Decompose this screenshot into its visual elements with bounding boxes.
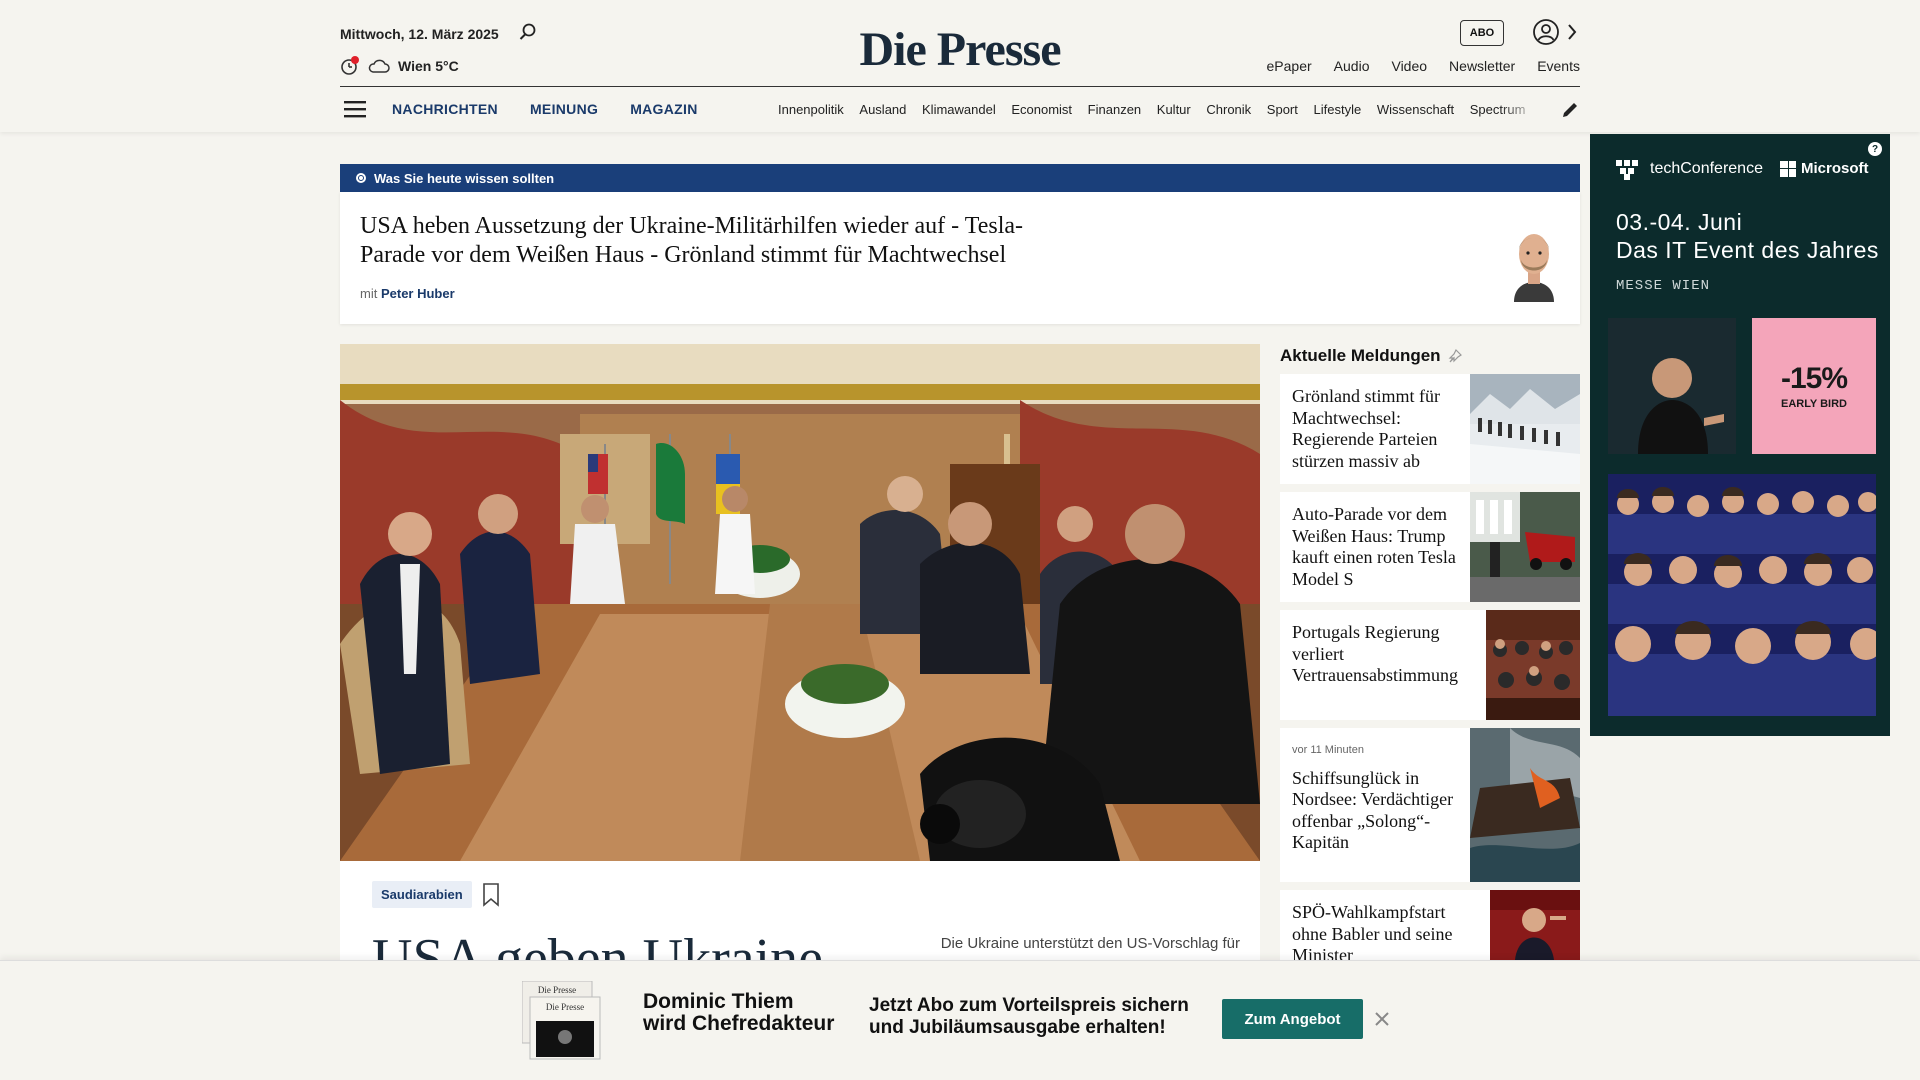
ad-brand: techConference	[1616, 158, 1763, 180]
news-title[interactable]: Portugals Regierung verliert Vertrauensa…	[1280, 610, 1486, 720]
link-epaper[interactable]: ePaper	[1267, 58, 1312, 74]
hero-image[interactable]	[340, 344, 1260, 861]
news-title[interactable]: SPÖ-Wahlkampfstart ohne Babler und seine…	[1280, 890, 1490, 960]
section-finanzen[interactable]: Finanzen	[1088, 102, 1141, 117]
ad-discount: -15% EARLY BIRD	[1752, 318, 1876, 454]
pin-icon	[1448, 348, 1462, 363]
news-title[interactable]: Schiffsunglück in Nordsee: Verdächtiger …	[1292, 768, 1460, 854]
news-thumbnail	[1470, 492, 1580, 602]
svg-text:Die Presse: Die Presse	[546, 1002, 584, 1012]
link-audio[interactable]: Audio	[1334, 58, 1370, 74]
nav-divider	[340, 86, 1580, 87]
section-wissenschaft[interactable]: Wissenschaft	[1377, 102, 1454, 117]
section-innenpolitik[interactable]: Innenpolitik	[778, 102, 844, 117]
news-item[interactable]: vor 11 Minuten Schiffsunglück in Nordsee…	[1280, 728, 1580, 882]
category-tag[interactable]: Saudiarabien	[372, 881, 472, 908]
section-chronik[interactable]: Chronik	[1206, 102, 1251, 117]
hero-photo	[340, 344, 1260, 861]
news-timestamp: vor 11 Minuten	[1292, 744, 1364, 756]
hamburger-menu-icon[interactable]	[344, 100, 366, 118]
abo-button[interactable]: ABO	[1460, 20, 1504, 46]
section-economist[interactable]: Economist	[1011, 102, 1072, 117]
section-sport[interactable]: Sport	[1267, 102, 1298, 117]
briefing-title[interactable]: USA heben Aussetzung der Ukraine-Militär…	[360, 212, 1080, 270]
section-nav: Innenpolitik Ausland Klimawandel Economi…	[778, 102, 1538, 117]
tech-conference-logo-icon	[1616, 160, 1638, 180]
nav-fade	[1500, 96, 1540, 124]
news-item[interactable]: Portugals Regierung verliert Vertrauensa…	[1280, 610, 1580, 720]
news-item[interactable]: Grönland stimmt für Machtwechsel: Regier…	[1280, 374, 1580, 484]
news-content[interactable]: vor 11 Minuten Schiffsunglück in Nordsee…	[1280, 728, 1470, 882]
ad-headline: 03.-04. Juni Das IT Event des Jahres	[1616, 209, 1879, 263]
author-avatar	[1514, 234, 1554, 302]
briefing-dot-icon	[356, 173, 366, 183]
chevron-right-icon[interactable]	[1566, 22, 1578, 42]
ad-crowd-photo	[1608, 474, 1876, 716]
user-account-icon[interactable]	[1532, 18, 1560, 46]
news-thumbnail	[1470, 374, 1580, 484]
section-kultur[interactable]: Kultur	[1157, 102, 1191, 117]
news-thumbnail	[1486, 610, 1580, 720]
briefing-label: Was Sie heute wissen sollten	[374, 170, 555, 186]
news-list: Grönland stimmt für Machtwechsel: Regier…	[1280, 374, 1580, 968]
news-item[interactable]: Auto-Parade vor dem Weißen Haus: Trump k…	[1280, 492, 1580, 602]
section-ausland[interactable]: Ausland	[859, 102, 906, 117]
news-title[interactable]: Auto-Parade vor dem Weißen Haus: Trump k…	[1280, 492, 1470, 602]
ad-speaker-photo	[1608, 318, 1736, 454]
nav-nachrichten[interactable]: NACHRICHTEN	[392, 101, 498, 117]
top-links: ePaper Audio Video Newsletter Events	[1267, 58, 1580, 74]
close-icon[interactable]	[1374, 1011, 1390, 1027]
banner-offer: Jetzt Abo zum Vorteilspreis sichern und …	[869, 995, 1189, 1038]
briefing-author: mit Peter Huber	[360, 286, 455, 301]
nav-magazin[interactable]: MAGAZIN	[630, 101, 697, 117]
news-thumbnail	[1470, 728, 1580, 882]
pencil-icon[interactable]	[1560, 100, 1580, 120]
briefing-bar[interactable]: Was Sie heute wissen sollten	[340, 164, 1580, 192]
offer-button[interactable]: Zum Angebot	[1222, 999, 1363, 1039]
microsoft-logo-icon	[1780, 160, 1796, 177]
news-heading: Aktuelle Meldungen	[1280, 346, 1463, 366]
section-klimawandel[interactable]: Klimawandel	[922, 102, 996, 117]
ad-venue: MESSE WIEN	[1616, 278, 1711, 294]
subscription-banner: Die Presse Die Presse Dominic Thiem wird…	[0, 960, 1920, 1080]
banner-headline: Dominic Thiem wird Chefredakteur	[643, 990, 835, 1035]
news-title[interactable]: Grönland stimmt für Machtwechsel: Regier…	[1280, 374, 1470, 484]
news-thumbnail	[1490, 890, 1580, 960]
news-item[interactable]: SPÖ-Wahlkampfstart ohne Babler und seine…	[1280, 890, 1580, 960]
newspaper-image: Die Presse Die Presse	[522, 981, 601, 1060]
bookmark-icon[interactable]	[482, 883, 500, 907]
site-header: Mittwoch, 12. März 2025 Wien 5°C Die Pre…	[0, 0, 1920, 132]
main-nav: NACHRICHTEN MEINUNG MAGAZIN	[392, 101, 698, 117]
hero-teaser[interactable]: Die Ukraine unterstützt den US-Vorschlag…	[941, 935, 1240, 952]
svg-text:Die Presse: Die Presse	[538, 985, 576, 995]
link-video[interactable]: Video	[1391, 58, 1427, 74]
briefing-card[interactable]: USA heben Aussetzung der Ukraine-Militär…	[340, 192, 1580, 324]
ad-info-icon[interactable]: ?	[1868, 142, 1882, 156]
section-lifestyle[interactable]: Lifestyle	[1314, 102, 1362, 117]
link-events[interactable]: Events	[1537, 58, 1580, 74]
ad-partner: Microsoft	[1780, 160, 1869, 177]
nav-meinung[interactable]: MEINUNG	[530, 101, 598, 117]
advertisement[interactable]: ? techConference Microsoft 03.-04. Juni …	[1590, 134, 1890, 736]
link-newsletter[interactable]: Newsletter	[1449, 58, 1515, 74]
